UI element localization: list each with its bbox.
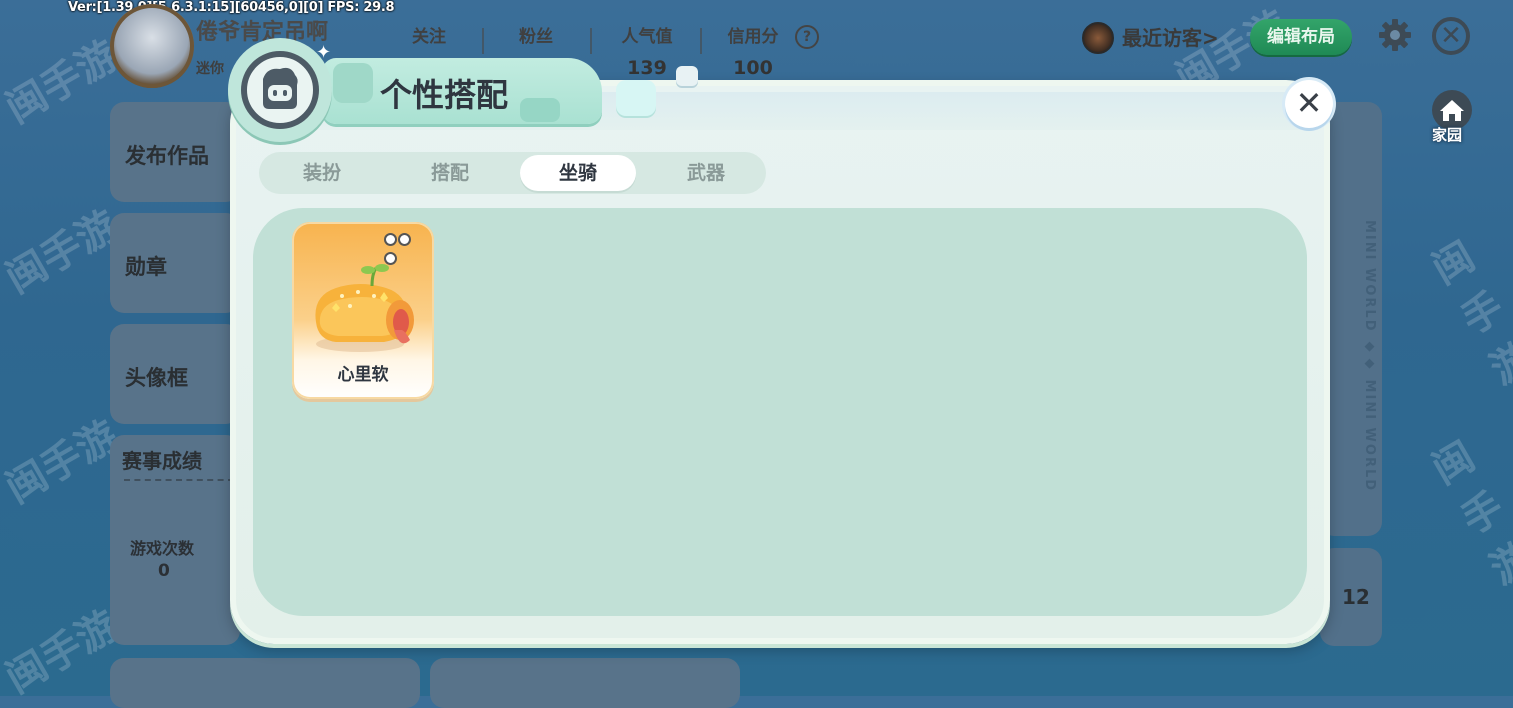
right-panel-number: 12 [1342, 585, 1370, 609]
games-count-label: 游戏次数 [130, 539, 195, 558]
stat-follow-label: 关注 [412, 27, 446, 47]
recent-visitors-link[interactable]: 最近访客> [1122, 22, 1219, 51]
close-icon[interactable]: ✕ [1285, 80, 1333, 128]
edit-layout-button[interactable]: 编辑布局 [1250, 19, 1352, 55]
stat-popularity-label: 人气值 [621, 27, 673, 47]
debug-overlay: Ver:[1.39.0][5.6.3.1:15][60456,0][0] FPS… [68, 0, 395, 15]
username-subtitle: 迷你 [196, 61, 224, 77]
stat-fans-label: 粉丝 [519, 27, 553, 47]
stat-fans[interactable]: 粉丝 [496, 22, 576, 57]
bottom-card [430, 658, 740, 708]
watermark: 闽手游 [1425, 433, 1513, 594]
stat-divider [700, 28, 702, 54]
tab-outfit-set[interactable]: 搭配 [392, 155, 508, 191]
decor-blob [520, 98, 560, 122]
side-menu-medals[interactable]: 勋章 [110, 213, 240, 313]
outfit-tabs: 装扮 搭配 坐骑 武器 [259, 152, 766, 194]
help-icon[interactable]: ? [795, 25, 819, 49]
stat-credit-label: 信用分 [727, 27, 779, 47]
watermark: 闽手游 [1425, 233, 1513, 394]
stat-divider [590, 28, 592, 54]
stat-credit[interactable]: 信用分 100 [713, 22, 793, 79]
stat-divider [482, 28, 484, 54]
tab-weapon[interactable]: 武器 [648, 155, 764, 191]
watermark: 闽手游 [0, 202, 126, 303]
games-count-value: 0 [158, 561, 170, 581]
close-profile-icon[interactable]: ✕ [1432, 17, 1470, 55]
home-label: 家园 [1432, 126, 1463, 144]
user-avatar[interactable] [110, 4, 194, 88]
side-menu-publish-label: 发布作品 [125, 144, 209, 168]
bread-mount-icon [315, 264, 414, 352]
modal-title: 个性搭配 [380, 76, 509, 114]
gear-icon[interactable] [1378, 18, 1412, 52]
match-stats-card: 赛事成绩 游戏次数 0 [110, 435, 240, 645]
watermark: 闽手游 [0, 32, 126, 133]
divider [124, 479, 234, 481]
side-menu-avatar-frame-label: 头像框 [125, 366, 188, 390]
side-menu-avatar-frame[interactable]: 头像框 [110, 324, 240, 424]
decor-blob [333, 63, 373, 103]
more-options-icon[interactable] [384, 231, 422, 265]
decor-square [616, 80, 656, 116]
mount-item-name: 心里软 [337, 365, 389, 385]
tab-costume[interactable]: 装扮 [264, 155, 380, 191]
decor-square [676, 66, 698, 86]
stat-credit-value: 100 [733, 57, 773, 79]
watermark: 闽手游 [0, 602, 126, 703]
sparkle-icon: ✦ [316, 42, 332, 63]
tab-mount[interactable]: 坐骑 [520, 155, 636, 191]
stat-popularity-value: 139 [627, 57, 667, 79]
stat-popularity[interactable]: 人气值 139 [607, 22, 687, 79]
side-menu-medals-label: 勋章 [125, 255, 167, 279]
visitor-avatar[interactable] [1082, 22, 1114, 54]
match-stats-title: 赛事成绩 [122, 449, 202, 473]
side-menu-publish[interactable]: 发布作品 [110, 102, 240, 202]
watermark: 闽手游 [0, 412, 126, 513]
mini-world-logo: MINI WORLD ◆◆ MINI WORLD [1362, 220, 1377, 493]
stat-follow[interactable]: 关注 [389, 22, 469, 57]
bottom-card [110, 658, 420, 708]
